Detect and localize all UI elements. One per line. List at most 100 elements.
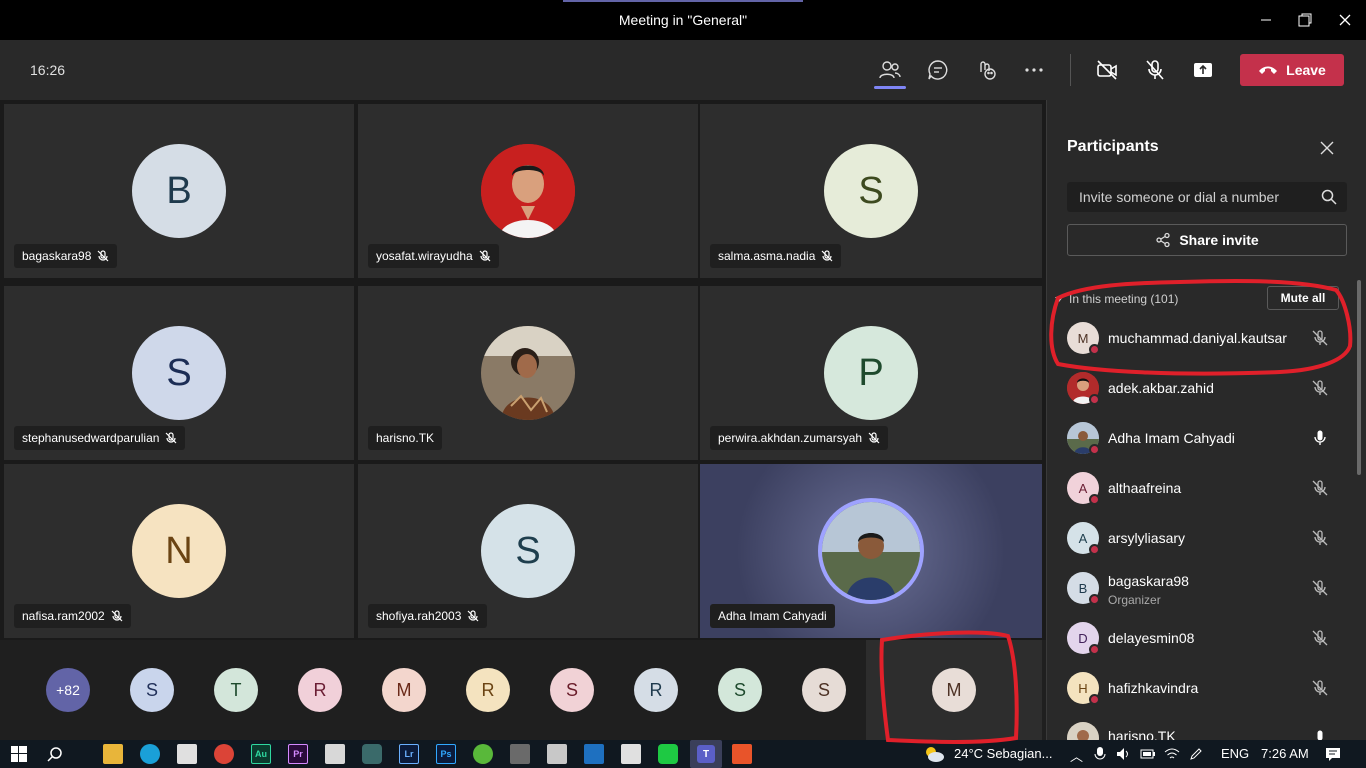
participant-tile[interactable]: S shofiya.rah2003 xyxy=(358,464,698,638)
mic-off-icon[interactable] xyxy=(1311,479,1329,497)
volume-icon[interactable] xyxy=(1114,744,1134,764)
name-tag: Adha Imam Cahyadi xyxy=(710,604,835,628)
mic-off-icon[interactable] xyxy=(1311,379,1329,397)
chevron-up-icon[interactable]: ︿ xyxy=(1070,746,1083,765)
photoshop-icon[interactable]: Ps xyxy=(436,744,456,764)
mic-off-icon[interactable] xyxy=(1311,679,1329,697)
pdf-reader-icon[interactable] xyxy=(732,744,752,764)
participant-tile[interactable]: P perwira.akhdan.zumarsyah xyxy=(700,286,1042,460)
app-icon-2[interactable] xyxy=(584,744,604,764)
microphone-tray-icon[interactable] xyxy=(1090,744,1110,764)
participant-row[interactable]: B bagaskara98 Organizer xyxy=(1067,564,1351,614)
reactions-icon[interactable] xyxy=(972,56,1000,84)
premiere-icon[interactable]: Pr xyxy=(288,744,308,764)
participant-name: perwira.akhdan.zumarsyah xyxy=(718,431,863,445)
overflow-count-badge[interactable]: +82 xyxy=(46,668,90,712)
wifi-icon[interactable] xyxy=(1162,744,1182,764)
participant-row[interactable]: Adha Imam Cahyadi xyxy=(1067,414,1351,464)
participant-row[interactable]: adek.akbar.zahid xyxy=(1067,364,1351,414)
name-tag: shofiya.rah2003 xyxy=(368,604,488,628)
mic-on-icon[interactable] xyxy=(1311,429,1329,447)
app-icon[interactable] xyxy=(362,744,382,764)
mic-off-icon[interactable] xyxy=(1311,329,1329,347)
close-panel-icon[interactable] xyxy=(1319,140,1339,160)
invite-input[interactable] xyxy=(1067,182,1307,212)
participant-tile[interactable]: yosafat.wirayudha xyxy=(358,104,698,278)
windows-start-icon[interactable] xyxy=(9,744,29,764)
stripe-avatar[interactable]: R xyxy=(298,668,342,712)
mic-off-icon xyxy=(868,432,880,444)
panel-scrollbar[interactable] xyxy=(1357,280,1361,475)
mute-all-button[interactable]: Mute all xyxy=(1267,286,1339,310)
stripe-avatar[interactable]: S xyxy=(802,668,846,712)
participant-row[interactable]: H hafizhkavindra xyxy=(1067,664,1351,714)
more-options-icon[interactable] xyxy=(1020,56,1048,84)
camera-off-icon[interactable] xyxy=(1093,56,1121,84)
participant-tile[interactable]: S salma.asma.nadia xyxy=(700,104,1042,278)
stripe-avatar[interactable]: R xyxy=(634,668,678,712)
language-indicator[interactable]: ENG xyxy=(1221,746,1249,761)
chat-icon[interactable] xyxy=(924,56,952,84)
leave-button[interactable]: Leave xyxy=(1240,54,1344,86)
share-invite-button[interactable]: Share invite xyxy=(1067,224,1347,256)
notifications-icon[interactable] xyxy=(1323,744,1343,764)
printer-icon[interactable] xyxy=(547,744,567,764)
share-screen-icon[interactable] xyxy=(1189,56,1217,84)
participant-tile[interactable]: B bagaskara98 xyxy=(4,104,354,278)
name-tag: nafisa.ram2002 xyxy=(14,604,131,628)
games-icon[interactable] xyxy=(621,744,641,764)
participant-row[interactable]: D delayesmin08 xyxy=(1067,614,1351,664)
stripe-avatar[interactable]: R xyxy=(466,668,510,712)
leave-label: Leave xyxy=(1286,62,1326,78)
notepad-icon[interactable] xyxy=(325,744,345,764)
lightroom-icon[interactable]: Lr xyxy=(399,744,419,764)
line-icon[interactable] xyxy=(658,744,678,764)
search-icon[interactable] xyxy=(1321,189,1337,205)
pen-icon[interactable] xyxy=(1186,744,1206,764)
participant-row[interactable]: A arsylyliasary xyxy=(1067,514,1351,564)
mic-off-icon[interactable] xyxy=(1311,579,1329,597)
participant-name: harisno.TK xyxy=(376,431,435,445)
self-avatar: M xyxy=(932,668,976,712)
video-grid: B bagaskara98 yosafat.wirayudha S salma.… xyxy=(0,100,1046,740)
mic-off-icon[interactable] xyxy=(1311,529,1329,547)
weather-text[interactable]: 24°C Sebagian... xyxy=(954,746,1052,761)
profile-photo xyxy=(818,498,924,604)
mic-off-icon[interactable] xyxy=(1311,629,1329,647)
self-video-preview[interactable]: M xyxy=(866,640,1042,740)
stripe-avatar[interactable]: M xyxy=(382,668,426,712)
participant-tile-speaking[interactable]: Adha Imam Cahyadi xyxy=(700,464,1042,638)
maximize-button[interactable] xyxy=(1293,8,1317,32)
chrome-icon[interactable] xyxy=(214,744,234,764)
mic-off-icon[interactable] xyxy=(1141,56,1169,84)
stripe-avatar[interactable]: S xyxy=(130,668,174,712)
taskbar-clock[interactable]: 7:26 AM xyxy=(1261,746,1309,761)
participant-tile[interactable]: S stephanusedwardparulian xyxy=(4,286,354,460)
edge-icon[interactable] xyxy=(140,744,160,764)
participant-tile[interactable]: N nafisa.ram2002 xyxy=(4,464,354,638)
battery-icon[interactable] xyxy=(1138,744,1158,764)
participant-tile[interactable]: harisno.TK xyxy=(358,286,698,460)
audition-icon[interactable]: Au xyxy=(251,744,271,764)
store-icon[interactable] xyxy=(177,744,197,764)
stripe-avatar[interactable]: S xyxy=(550,668,594,712)
utorrent-icon[interactable] xyxy=(473,744,493,764)
minimize-button[interactable] xyxy=(1254,8,1278,32)
teams-icon[interactable]: T xyxy=(690,740,722,768)
invite-field[interactable] xyxy=(1067,182,1347,212)
participant-row[interactable]: harisno.TK xyxy=(1067,714,1351,740)
mic-off-icon xyxy=(479,250,491,262)
participant-row[interactable]: A althaafreina xyxy=(1067,464,1351,514)
stripe-avatar[interactable]: T xyxy=(214,668,258,712)
participant-stripe: +82 S T R M R S R S S M xyxy=(0,640,1046,740)
meeting-section-header[interactable]: In this meeting (101) xyxy=(1055,292,1178,306)
stripe-avatar[interactable]: S xyxy=(718,668,762,712)
search-icon[interactable] xyxy=(45,744,65,764)
calculator-icon[interactable] xyxy=(510,744,530,764)
participants-icon[interactable] xyxy=(876,56,904,84)
close-window-button[interactable] xyxy=(1333,8,1357,32)
mic-on-icon[interactable] xyxy=(1311,729,1329,740)
participant-row[interactable]: M muchammad.daniyal.kautsar xyxy=(1067,314,1351,364)
file-explorer-icon[interactable] xyxy=(103,744,123,764)
weather-icon[interactable] xyxy=(922,743,946,765)
